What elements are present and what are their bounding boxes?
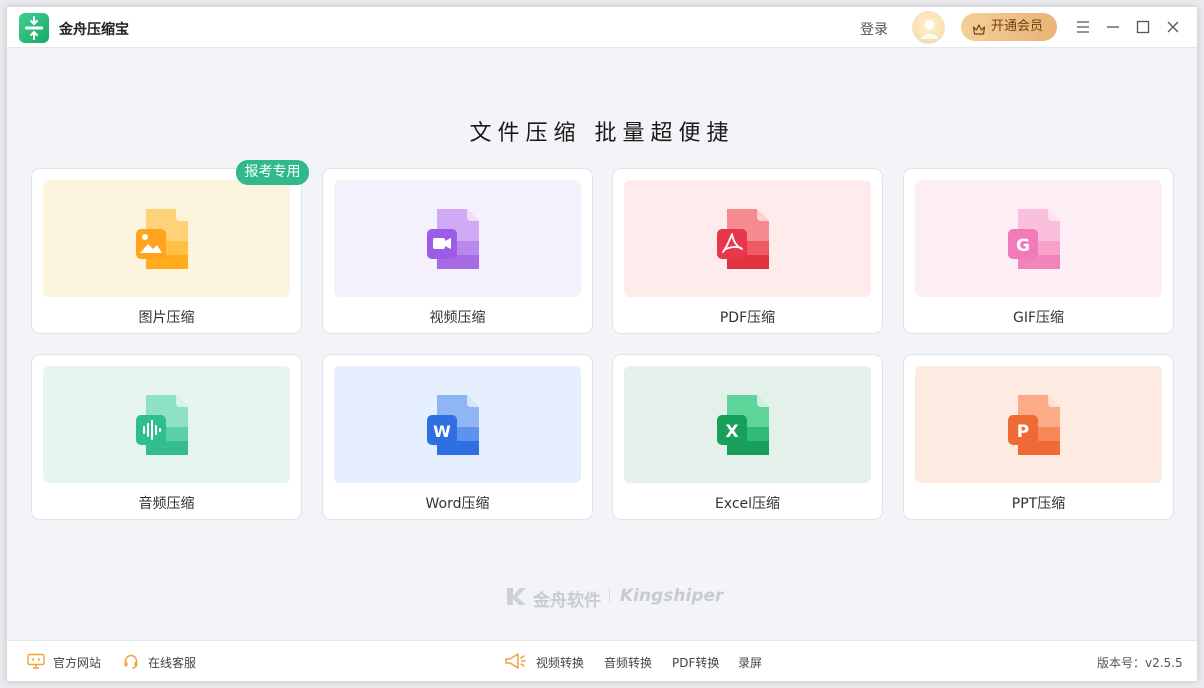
svg-text:G: G	[1016, 236, 1030, 256]
card-excel-compress[interactable]: X Excel压缩	[612, 354, 883, 520]
page-heading: 文件压缩 批量超便捷	[469, 121, 735, 146]
card-pdf-compress[interactable]: PDF压缩	[612, 168, 883, 334]
card-video-compress[interactable]: 视频压缩	[322, 168, 593, 334]
title-bar: 金舟压缩宝 登录 开通会员	[7, 7, 1197, 48]
official-website-link[interactable]: 官方网站	[53, 654, 101, 671]
gif-file-icon: G	[1006, 207, 1070, 275]
brand-name-en: Kingshiper	[620, 586, 724, 606]
footer-link-screen-record[interactable]: 录屏	[738, 654, 762, 671]
menu-icon[interactable]	[1075, 19, 1091, 35]
close-icon[interactable]	[1165, 19, 1181, 35]
svg-text:X: X	[725, 422, 738, 442]
audio-file-icon	[134, 393, 198, 461]
card-label: 音频压缩	[138, 496, 195, 512]
card-gif-compress[interactable]: G GIF压缩	[903, 168, 1174, 334]
maximize-icon[interactable]	[1135, 19, 1151, 35]
footer-link-audio-convert[interactable]: 音频转换	[604, 654, 652, 671]
svg-text:W: W	[433, 422, 451, 441]
avatar[interactable]	[912, 11, 945, 44]
brand-name-cn: 金舟软件	[533, 591, 601, 611]
svg-text:P: P	[1017, 422, 1029, 442]
card-label: Excel压缩	[714, 496, 781, 512]
card-label: PDF压缩	[719, 310, 776, 326]
image-file-icon	[134, 207, 198, 275]
pdf-file-icon	[715, 207, 779, 275]
card-label: GIF压缩	[1012, 310, 1065, 326]
minimize-icon[interactable]	[1105, 19, 1121, 35]
brand-divider	[609, 588, 610, 602]
app-window: 金舟压缩宝 登录 开通会员 文件压缩 批量超便捷 图片压缩 视频压缩 PDF压缩…	[7, 7, 1197, 681]
login-link[interactable]: 登录	[860, 19, 888, 39]
footer-bar: 官方网站 在线客服 视频转换 音频转换 PDF转换 录屏 版本号：v2.5.5	[7, 640, 1197, 681]
card-image-compress[interactable]: 图片压缩	[31, 168, 302, 334]
version-label: 版本号：v2.5.5	[1097, 656, 1183, 670]
brand-logo-icon	[505, 585, 527, 612]
headset-icon[interactable]	[123, 653, 139, 672]
card-audio-compress[interactable]: 音频压缩	[31, 354, 302, 520]
megaphone-icon	[504, 652, 526, 673]
exam-badge: 报考专用	[236, 160, 309, 185]
footer-link-pdf-convert[interactable]: PDF转换	[672, 654, 719, 671]
card-label: 图片压缩	[138, 310, 195, 326]
app-logo-icon	[19, 13, 49, 43]
card-label: PPT压缩	[1011, 496, 1066, 512]
card-label: Word压缩	[425, 496, 490, 512]
word-file-icon: W	[425, 393, 489, 461]
vip-button[interactable]: 开通会员	[961, 13, 1057, 41]
vip-button-label: 开通会员	[991, 19, 1044, 34]
footer-link-video-convert[interactable]: 视频转换	[536, 654, 584, 671]
app-title: 金舟压缩宝	[59, 22, 129, 38]
excel-file-icon: X	[715, 393, 779, 461]
card-label: 视频压缩	[429, 310, 486, 326]
crown-icon	[972, 20, 986, 48]
online-support-link[interactable]: 在线客服	[148, 654, 196, 671]
card-word-compress[interactable]: W Word压缩	[322, 354, 593, 520]
monitor-icon[interactable]	[27, 653, 45, 672]
video-file-icon	[425, 207, 489, 275]
card-ppt-compress[interactable]: P PPT压缩	[903, 354, 1174, 520]
ppt-file-icon: P	[1006, 393, 1070, 461]
